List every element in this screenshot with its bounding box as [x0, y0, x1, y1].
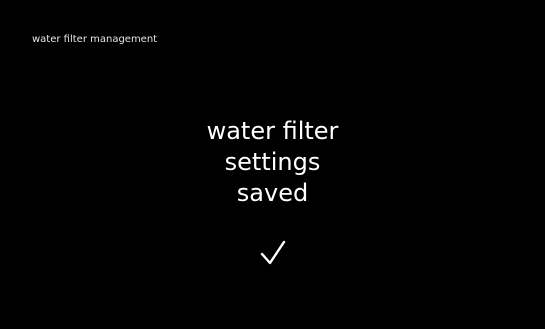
confirmation-message-line-1: water filter	[206, 117, 339, 145]
confirmation-screen: water filter management water filter set…	[0, 0, 545, 329]
confirmation-message-line-3: saved	[236, 179, 309, 207]
screen-title: water filter management	[32, 34, 158, 45]
confirmation-message-line-2: settings	[224, 148, 321, 176]
check-icon	[260, 240, 286, 265]
